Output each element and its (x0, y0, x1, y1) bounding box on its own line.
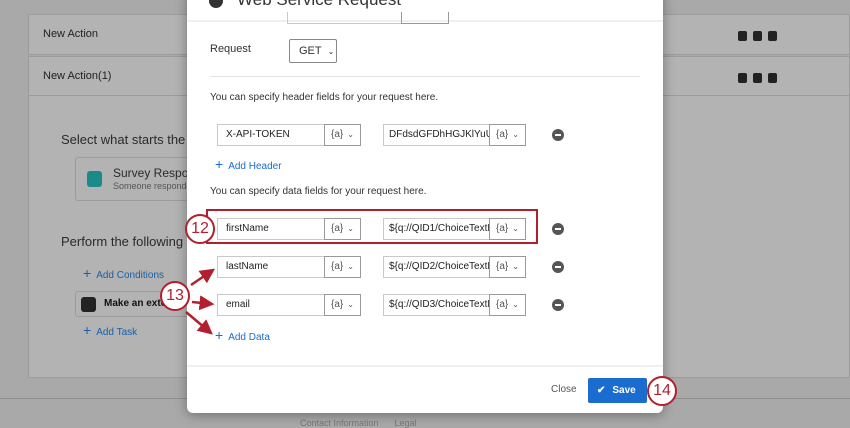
arrow-to-email (191, 295, 215, 311)
callout-arrows (185, 268, 216, 335)
arrow-to-add-data (185, 311, 213, 335)
arrow-to-lastname (190, 268, 216, 287)
